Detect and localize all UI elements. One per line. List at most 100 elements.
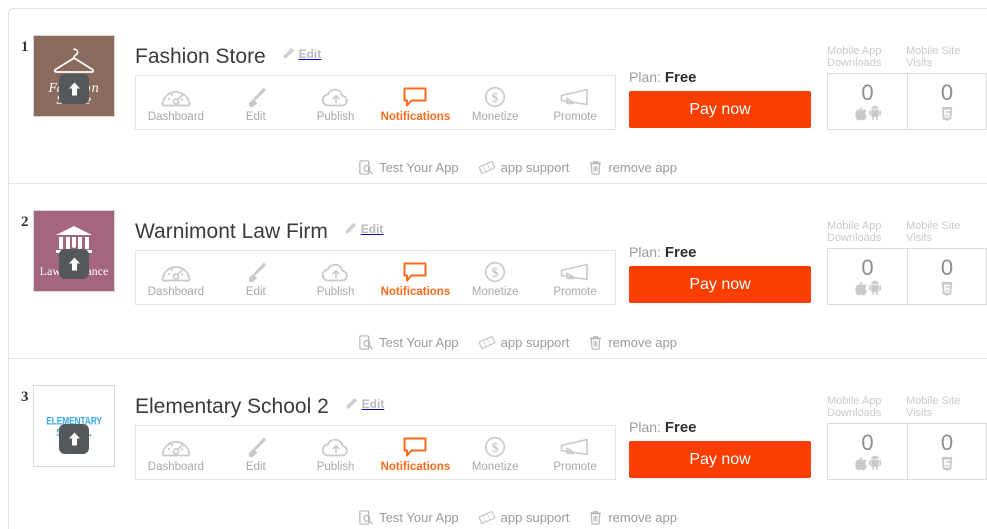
test-your-app-link[interactable]: Test Your App: [359, 335, 459, 350]
stat-header-downloads: Mobile App Downloads: [827, 220, 882, 244]
app-thumbnail[interactable]: Law&Finance: [33, 210, 115, 292]
nav-item-monetize[interactable]: $ Monetize: [455, 76, 535, 129]
nav-label: Publish: [316, 285, 355, 298]
stat-box-downloads: 0: [828, 424, 907, 479]
upload-icon-button[interactable]: [59, 424, 89, 454]
stat-box-downloads: 0: [828, 249, 907, 304]
app-list-page: 1 Fashion Store Fashion Store: [0, 0, 987, 529]
stats-headers: Mobile App Downloads Mobile Site Visits: [827, 395, 987, 419]
stat-box-visits: 0: [907, 74, 986, 129]
platform-icons: [941, 456, 953, 472]
app-title-text: Elementary School 2: [135, 395, 329, 418]
stat-box-downloads: 0: [828, 74, 907, 129]
app-support-link[interactable]: app support: [478, 510, 569, 525]
html5-icon: [941, 456, 953, 471]
app-row: 3 ELEMENTARY SCHOOL Elementary School 2 …: [9, 359, 987, 529]
nav-label: Monetize: [471, 110, 519, 123]
pay-now-button[interactable]: Pay now: [629, 441, 811, 478]
nav-item-publish[interactable]: Publish: [296, 76, 376, 129]
downloads-count: 0: [861, 429, 874, 455]
svg-text:$: $: [492, 91, 499, 106]
plan-line: Plan: Free: [629, 244, 697, 261]
pencil-icon: [282, 48, 294, 59]
remove-app-link[interactable]: remove app: [589, 510, 677, 525]
nav-item-notifications[interactable]: Notifications: [375, 251, 455, 304]
remove-app-link[interactable]: remove app: [589, 335, 677, 350]
nav-item-dashboard[interactable]: Dashboard: [136, 426, 216, 479]
platform-icons: [941, 281, 953, 297]
app-index: 2: [21, 214, 29, 230]
nav-label: Promote: [553, 110, 597, 123]
nav-item-promote[interactable]: Promote: [535, 251, 615, 304]
app-thumbnail[interactable]: Fashion Store: [33, 35, 115, 117]
test-your-app-label: Test Your App: [379, 335, 459, 350]
nav-item-edit[interactable]: Edit: [216, 426, 296, 479]
stat-box-visits: 0: [907, 249, 986, 304]
nav-label: Monetize: [471, 460, 519, 473]
test-device-icon: [359, 160, 373, 175]
apple-icon: [854, 282, 868, 296]
clothes-hanger-icon: [53, 48, 95, 73]
app-row: 1 Fashion Store Fashion Store: [9, 9, 987, 184]
speech-bubble-icon: [403, 261, 427, 283]
nav-item-monetize[interactable]: $ Monetize: [455, 426, 535, 479]
nav-item-edit[interactable]: Edit: [216, 76, 296, 129]
nav-item-edit[interactable]: Edit: [216, 251, 296, 304]
speech-bubble-icon: [403, 436, 427, 458]
plan-prefix: Plan:: [629, 244, 661, 260]
nav-label: Edit: [245, 285, 266, 298]
nav-label: Dashboard: [147, 460, 205, 473]
upload-arrow-icon: [68, 257, 80, 271]
nav-item-publish[interactable]: Publish: [296, 251, 376, 304]
plan-line: Plan: Free: [629, 69, 697, 86]
stat-header-visits: Mobile Site Visits: [906, 395, 961, 419]
nav-item-notifications[interactable]: Notifications: [375, 426, 455, 479]
nav-item-dashboard[interactable]: Dashboard: [136, 76, 216, 129]
plan-value: Free: [664, 244, 697, 261]
stats-boxes: 0 0: [827, 73, 987, 130]
remove-app-link[interactable]: remove app: [589, 160, 677, 175]
trash-icon: [590, 336, 602, 350]
downloads-count: 0: [861, 254, 874, 280]
plan-value: Free: [664, 419, 697, 436]
rename-app-link[interactable]: Edit: [345, 397, 384, 411]
nav-label: Edit: [245, 460, 266, 473]
dashboard-gauge-icon: [161, 436, 191, 458]
pay-now-button[interactable]: Pay now: [629, 91, 811, 128]
app-thumbnail[interactable]: ELEMENTARY SCHOOL: [33, 385, 115, 467]
paintbrush-icon: [245, 436, 267, 458]
test-device-icon: [359, 335, 373, 350]
pay-now-button[interactable]: Pay now: [629, 266, 811, 303]
rename-app-link[interactable]: Edit: [282, 47, 321, 61]
upload-arrow-icon: [68, 432, 80, 446]
ticket-icon: [478, 161, 495, 174]
app-support-link[interactable]: app support: [478, 335, 569, 350]
nav-item-dashboard[interactable]: Dashboard: [136, 251, 216, 304]
pencil-icon: [345, 223, 356, 234]
stat-header-visits: Mobile Site Visits: [906, 220, 961, 244]
stat-header-downloads: Mobile App Downloads: [827, 45, 882, 69]
nav-item-promote[interactable]: Promote: [535, 76, 615, 129]
test-device-icon: [359, 510, 373, 525]
rename-app-link[interactable]: Edit: [344, 222, 383, 236]
app-support-link[interactable]: app support: [478, 160, 569, 175]
stat-box-visits: 0: [907, 424, 986, 479]
app-title: Elementary School 2 Edit: [135, 395, 384, 419]
nav-item-promote[interactable]: Promote: [535, 426, 615, 479]
upload-icon-button[interactable]: [59, 74, 89, 104]
app-title: Fashion Store Edit: [135, 45, 321, 69]
nav-item-monetize[interactable]: $ Monetize: [455, 251, 535, 304]
plan-value: Free: [664, 69, 697, 86]
android-icon: [868, 455, 881, 471]
nav-item-notifications[interactable]: Notifications: [375, 76, 455, 129]
platform-icons: [854, 280, 881, 297]
app-row: 2 Law&Finance War: [9, 184, 987, 359]
test-your-app-link[interactable]: Test Your App: [359, 160, 459, 175]
upload-icon-button[interactable]: [59, 249, 89, 279]
dollar-circle-icon: $: [484, 261, 506, 283]
test-your-app-link[interactable]: Test Your App: [359, 510, 459, 525]
nav-item-publish[interactable]: Publish: [296, 426, 376, 479]
platform-icons: [941, 106, 953, 122]
android-icon: [868, 105, 881, 121]
upload-arrow-icon: [68, 82, 80, 96]
